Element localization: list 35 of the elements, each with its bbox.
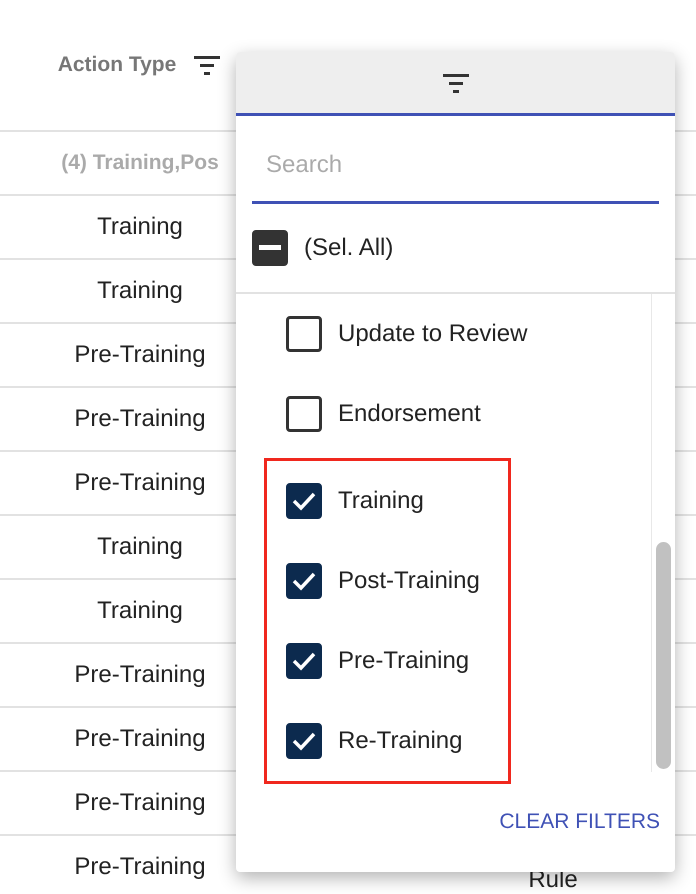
- checkbox-label[interactable]: Update to Review: [338, 316, 528, 352]
- table-cell-text: Training: [97, 596, 183, 626]
- table-cell-text: Pre-Training: [74, 468, 206, 498]
- filter-icon[interactable]: [192, 53, 222, 77]
- minus-icon: [259, 245, 281, 251]
- table-cell-text: Training: [97, 532, 183, 562]
- table-cell-text: Pre-Training: [74, 724, 206, 754]
- checkbox-label[interactable]: (Sel. All): [304, 230, 394, 266]
- checkbox[interactable]: [286, 643, 322, 679]
- table-cell-text: Pre-Training: [74, 340, 206, 370]
- table-cell-text: Pre-Training: [74, 852, 206, 882]
- table-cell-text: Pre-Training: [74, 404, 206, 434]
- checkbox-label[interactable]: Pre-Training: [338, 643, 470, 679]
- clear-filters-button[interactable]: CLEAR FILTERS: [499, 806, 660, 838]
- table-cell-text: Pre-Training: [74, 788, 206, 818]
- table-cell-text: Training: [97, 212, 183, 242]
- checkbox-label[interactable]: Post-Training: [338, 563, 480, 599]
- checkbox[interactable]: [286, 563, 322, 599]
- table-cell-text: Pre-Training: [74, 660, 206, 690]
- column-header[interactable]: Action Type: [58, 49, 176, 81]
- checkbox[interactable]: [286, 396, 322, 432]
- check-icon: [291, 650, 317, 672]
- scrollbar[interactable]: [651, 294, 675, 772]
- check-icon: [291, 570, 317, 592]
- checkbox[interactable]: [286, 483, 322, 519]
- checkbox-label[interactable]: Training: [338, 483, 424, 519]
- table-cell-text: Training: [97, 276, 183, 306]
- filter-value: (4) Training,Pos: [61, 150, 219, 176]
- checkbox[interactable]: [252, 230, 288, 266]
- checkbox-label[interactable]: Re-Training: [338, 723, 462, 759]
- check-icon: [291, 490, 317, 512]
- checkbox[interactable]: [286, 723, 322, 759]
- checkbox[interactable]: [286, 316, 322, 352]
- check-icon: [291, 730, 317, 752]
- checkbox-label[interactable]: Endorsement: [338, 396, 481, 432]
